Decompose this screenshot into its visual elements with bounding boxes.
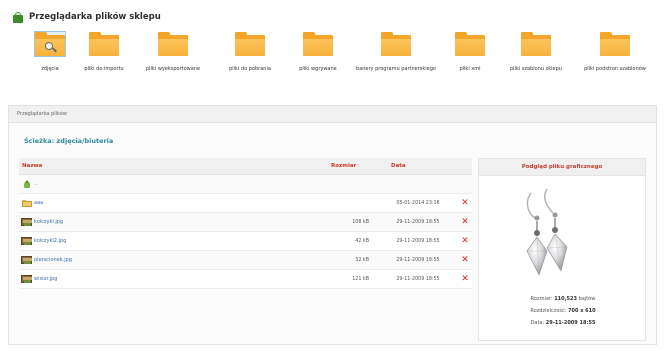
file-date: 05-01-2014 23:16	[396, 200, 440, 206]
folder-icon	[521, 32, 551, 56]
delete-icon[interactable]: ✕	[459, 255, 471, 265]
date-label: Data:	[530, 320, 545, 326]
table-row[interactable]: kolczyki2.jpg 42 kB 29-11-2009 18:55 ✕	[19, 232, 472, 251]
table-row[interactable]: wisior.jpg 121 kB 29-11-2009 18:55 ✕	[19, 270, 472, 289]
table-header: Nazwa Rozmiar Data	[19, 158, 472, 175]
shop-bag-icon	[12, 11, 24, 23]
size-value: 110,523	[554, 296, 577, 302]
file-name[interactable]: kolczyki2.jpg	[34, 238, 331, 244]
file-date: 29-11-2009 18:55	[396, 219, 440, 225]
date-value: 29-11-2009 18:55	[545, 320, 596, 326]
table-row[interactable]: kolczyki.jpg 108 kB 29-11-2009 18:55 ✕	[19, 213, 472, 232]
size-unit: bajtów	[578, 296, 596, 302]
image-file-icon	[21, 275, 32, 283]
file-table: Nazwa Rozmiar Data .. aaa 05-01-2014 23:…	[19, 158, 472, 289]
file-date: 29-11-2009 18:55	[396, 257, 440, 263]
page-header: Przeglądarka plików sklepu	[12, 10, 161, 24]
resolution-label: Rozdzielczość:	[530, 308, 567, 314]
file-name[interactable]: ..	[34, 181, 331, 187]
file-size: 108 kB	[352, 219, 369, 225]
preview-title: Podgląd pliku graficznego	[479, 159, 645, 176]
folder-icon	[235, 32, 265, 56]
file-name[interactable]: kolczyki.jpg	[34, 219, 331, 225]
file-size: 42 kB	[355, 238, 369, 244]
delete-icon[interactable]: ✕	[459, 236, 471, 246]
folder-banery[interactable]: banery programu partnerskiego	[356, 32, 436, 73]
folder-icon	[381, 32, 411, 56]
resolution-value: 700 x 610	[568, 308, 596, 314]
delete-icon[interactable]: ✕	[459, 274, 471, 284]
folder-label: pliki podstron szablonów	[584, 66, 646, 72]
file-date: 29-11-2009 18:55	[396, 238, 440, 244]
file-size: 32 kB	[355, 257, 369, 263]
panel-title: Przeglądarka plików	[9, 106, 656, 123]
file-browser-panel: Przeglądarka plików Ścieżka: zdjęcia/biu…	[8, 105, 657, 345]
column-header-size[interactable]: Rozmiar	[331, 163, 391, 169]
folder-icon	[303, 32, 333, 56]
page-title: Przeglądarka plików sklepu	[29, 12, 161, 22]
folder-icon	[158, 32, 188, 56]
table-row[interactable]: pierscionek.jpg 32 kB 29-11-2009 18:55 ✕	[19, 251, 472, 270]
image-preview-panel: Podgląd pliku graficznego Rozmiar: 110,5…	[478, 158, 646, 341]
image-file-icon	[21, 218, 32, 226]
image-file-icon	[21, 237, 32, 245]
size-label: Rozmiar:	[530, 296, 553, 302]
folder-icon	[21, 199, 32, 207]
file-name[interactable]: pierscionek.jpg	[34, 257, 331, 263]
folder-pliki-wgrywane[interactable]: pliki wgrywane	[278, 32, 358, 73]
parent-directory-icon	[23, 180, 31, 188]
folder-label: pliki do importu	[84, 66, 124, 72]
folder-icon	[89, 32, 119, 56]
file-date: 29-11-2009 18:55	[396, 276, 440, 282]
folder-icon	[600, 32, 630, 56]
file-name[interactable]: aaa	[34, 200, 331, 206]
folder-pliki-wyeksportowane[interactable]: pliki wyeksportowane	[133, 32, 213, 73]
table-row[interactable]: aaa 05-01-2014 23:16 ✕	[19, 194, 472, 213]
folder-label: pliki wgrywane	[299, 66, 337, 72]
earring-preview-image	[526, 188, 568, 276]
delete-icon[interactable]: ✕	[459, 217, 471, 227]
column-header-date[interactable]: Data	[391, 163, 471, 169]
image-file-icon	[21, 256, 32, 264]
folder-pliki-podstron[interactable]: pliki podstron szablonów	[575, 32, 655, 73]
folder-icon	[455, 32, 485, 56]
folder-pliki-do-importu[interactable]: pliki do importu	[64, 32, 144, 73]
file-size: 121 kB	[352, 276, 369, 282]
delete-icon[interactable]: ✕	[459, 198, 471, 208]
breadcrumb: Ścieżka: zdjęcia/biuteria	[24, 137, 114, 145]
table-body: .. aaa 05-01-2014 23:16 ✕ kolczyki.jpg 1…	[19, 175, 472, 289]
folder-pliki-szablonu[interactable]: pliki szablonu sklepu	[496, 32, 576, 73]
folder-label: pliki szablonu sklepu	[510, 66, 562, 72]
folder-label: pliki wyeksportowane	[145, 66, 201, 72]
image-info: Rozmiar: 110,523 bajtów Rozdzielczość: 7…	[479, 293, 647, 329]
column-header-name[interactable]: Nazwa	[19, 163, 331, 169]
folder-search-icon	[34, 31, 66, 57]
file-name[interactable]: wisior.jpg	[34, 276, 331, 282]
folder-bar: zdjęcia pliki do importu pliki wyeksport…	[8, 31, 658, 94]
folder-label: banery programu partnerskiego	[356, 66, 436, 72]
table-row-parent[interactable]: ..	[19, 175, 472, 194]
